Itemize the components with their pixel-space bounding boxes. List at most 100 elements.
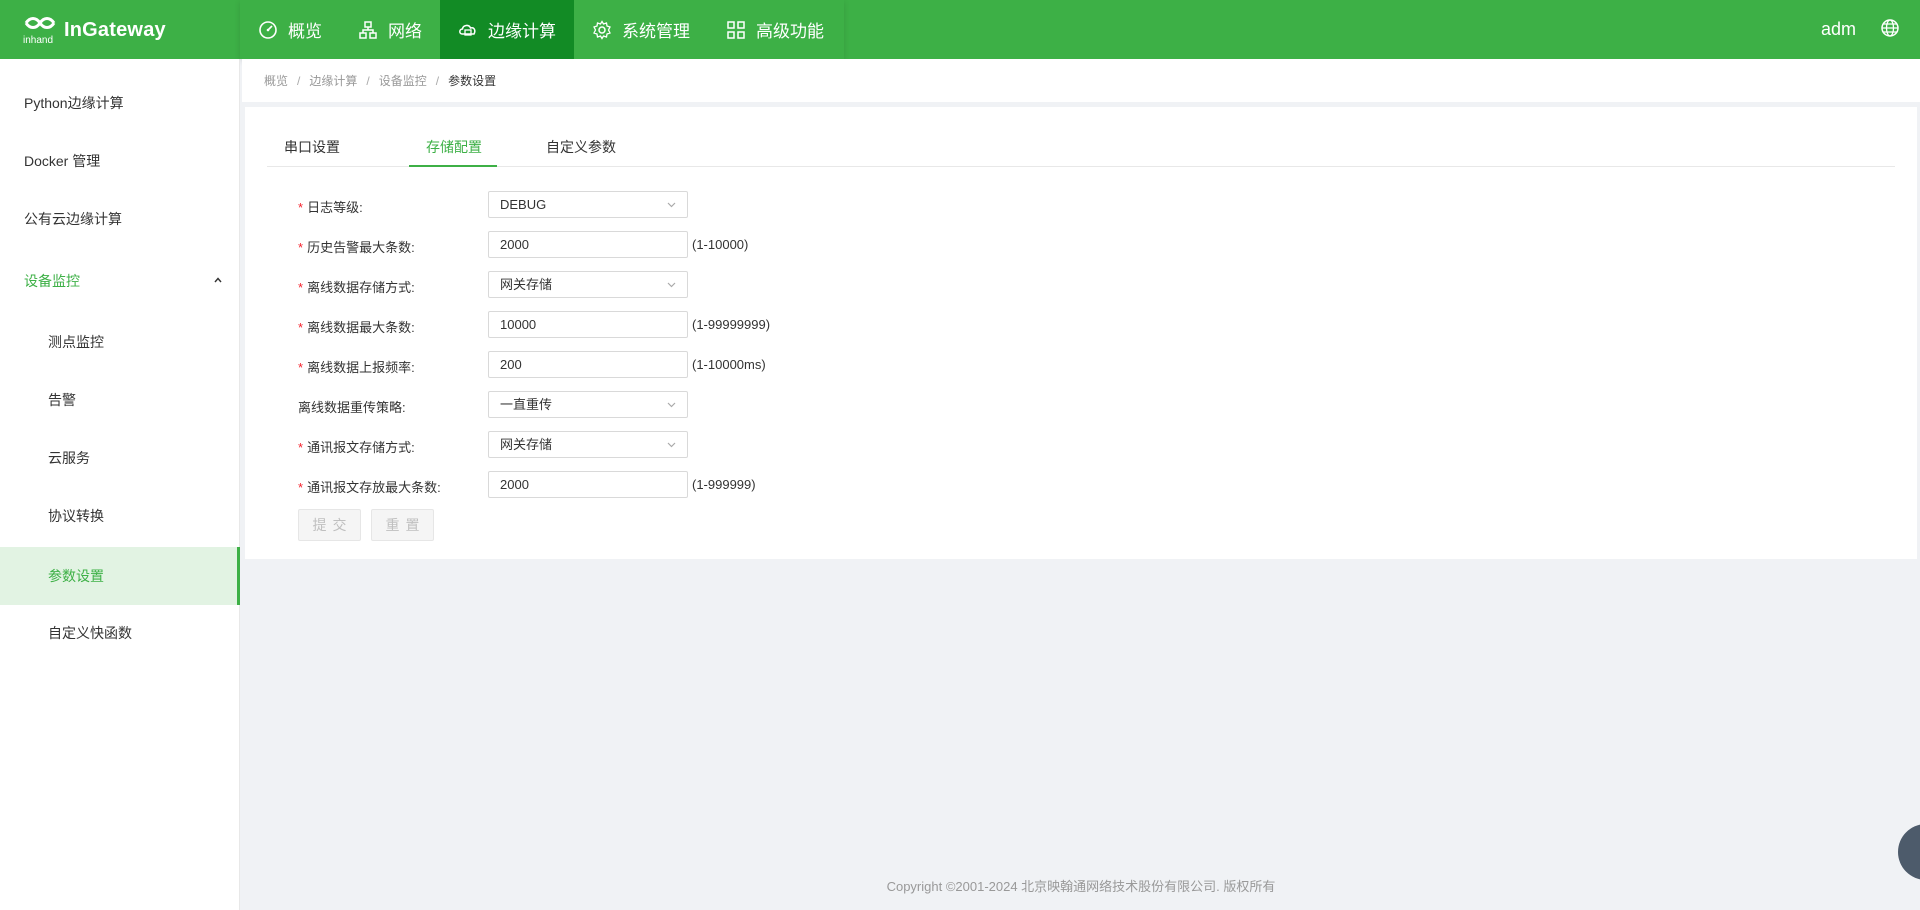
grid-icon xyxy=(727,20,745,39)
inhand-logo-icon: inhand xyxy=(23,17,56,45)
required-mark: * xyxy=(298,280,304,295)
field-label-text: 离线数据最大条数: xyxy=(307,320,415,335)
form-row-offline-report-rate: * 离线数据上报频率: 200 (1-10000ms) xyxy=(245,351,1245,379)
svg-text:inhand: inhand xyxy=(23,35,53,45)
sidebar-item-label: Docker 管理 xyxy=(24,153,101,169)
sidebar-item-public-cloud-edge[interactable]: 公有云边缘计算 xyxy=(0,190,240,248)
sidebar-item-label: 告警 xyxy=(48,392,76,408)
sidebar-item-label: 参数设置 xyxy=(48,568,104,584)
sidebar-item-python-edge[interactable]: Python边缘计算 xyxy=(0,74,240,132)
select-value: 网关存储 xyxy=(500,437,553,452)
range-hint: (1-99999999) xyxy=(692,317,771,332)
required-mark: * xyxy=(298,240,304,255)
form-row-message-max: * 通讯报文存放最大条数: 2000 (1-999999) xyxy=(245,471,1245,499)
floating-help-button[interactable] xyxy=(1898,824,1920,880)
tab-custom-parameters[interactable]: 自定义参数 xyxy=(546,137,616,157)
required-mark: * xyxy=(298,440,304,455)
reset-button[interactable]: 重置 xyxy=(371,509,434,541)
submit-button[interactable]: 提交 xyxy=(298,509,361,541)
user-menu[interactable]: adm xyxy=(1821,19,1856,40)
message-storage-mode-select[interactable]: 网关存储 xyxy=(488,431,688,458)
log-level-select[interactable]: DEBUG xyxy=(488,191,688,218)
nav-network[interactable]: 网络 xyxy=(340,0,440,59)
sidebar-item-label: Python边缘计算 xyxy=(24,95,124,111)
sidebar-item-parameter-settings[interactable]: 参数设置 xyxy=(0,547,240,605)
field-label-text: 通讯报文存放最大条数: xyxy=(307,480,441,495)
breadcrumb-item[interactable]: 概览 xyxy=(264,72,288,89)
range-hint: (1-10000ms) xyxy=(692,357,766,372)
main-nav: 概览 网络 边缘计算 系统管理 高级功能 xyxy=(240,0,842,59)
select-value: 网关存储 xyxy=(500,277,553,292)
offline-storage-mode-select[interactable]: 网关存储 xyxy=(488,271,688,298)
field-label: * 通讯报文存放最大条数: xyxy=(298,477,441,496)
breadcrumb: 概览 / 边缘计算 / 设备监控 / 参数设置 xyxy=(242,59,1920,102)
gear-icon xyxy=(593,19,611,40)
tab-bar: 串口设置 存储配置 自定义参数 xyxy=(267,107,1895,167)
required-mark: * xyxy=(298,200,304,215)
field-label-text: 日志等级: xyxy=(307,200,363,215)
chevron-down-icon xyxy=(667,402,676,408)
field-label-text: 通讯报文存储方式: xyxy=(307,440,415,455)
nav-edge-computing[interactable]: 边缘计算 xyxy=(440,0,574,59)
sidebar-item-cloud-service[interactable]: 云服务 xyxy=(0,429,240,487)
range-hint: (1-999999) xyxy=(692,477,756,492)
sidebar-item-alarm[interactable]: 告警 xyxy=(0,371,240,429)
settings-card: 串口设置 存储配置 自定义参数 * 日志等级: DEBUG * 历史告警最大条数: … xyxy=(245,107,1917,559)
tab-active-indicator xyxy=(409,165,497,167)
top-navbar: inhand InGateway 概览 网络 边缘计算 系统管理 高级功能 ad… xyxy=(0,0,1920,59)
field-label-text: 历史告警最大条数: xyxy=(307,240,415,255)
form-row-message-storage-mode: * 通讯报文存储方式: 网关存储 xyxy=(245,431,1245,459)
input-value: 10000 xyxy=(500,317,537,332)
sidebar-item-label: 协议转换 xyxy=(48,508,104,524)
globe-icon[interactable] xyxy=(1880,18,1900,38)
nav-label: 高级功能 xyxy=(756,22,824,41)
nav-system-management[interactable]: 系统管理 xyxy=(574,0,708,59)
sidebar: Python边缘计算 Docker 管理 公有云边缘计算 设备监控 测点监控 告… xyxy=(0,59,240,910)
field-label: * 离线数据上报频率: xyxy=(298,357,415,376)
field-label: * 通讯报文存储方式: xyxy=(298,437,415,456)
chevron-down-icon xyxy=(667,442,676,448)
tab-storage-config[interactable]: 存储配置 xyxy=(426,137,482,157)
brand-name: InGateway xyxy=(64,18,166,41)
offline-report-rate-input[interactable]: 200 xyxy=(488,351,688,378)
sidebar-item-docker[interactable]: Docker 管理 xyxy=(0,132,240,190)
nav-label: 概览 xyxy=(288,22,322,41)
history-alarm-max-input[interactable]: 2000 xyxy=(488,231,688,258)
breadcrumb-item[interactable]: 边缘计算 xyxy=(309,72,357,89)
brand-logo[interactable]: inhand InGateway xyxy=(22,14,166,46)
sidebar-item-label: 云服务 xyxy=(48,450,90,466)
nav-advanced[interactable]: 高级功能 xyxy=(708,0,842,59)
form-row-history-alarm-max: * 历史告警最大条数: 2000 (1-10000) xyxy=(245,231,1245,259)
breadcrumb-item[interactable]: 设备监控 xyxy=(379,72,427,89)
chevron-up-icon xyxy=(214,277,222,283)
offline-data-max-input[interactable]: 10000 xyxy=(488,311,688,338)
required-mark: * xyxy=(298,320,304,335)
footer-copyright: Copyright ©2001-2024 北京映翰通网络技术股份有限公司. 版权… xyxy=(886,879,1276,894)
required-mark: * xyxy=(298,360,304,375)
field-label: * 历史告警最大条数: xyxy=(298,237,415,256)
nav-overview[interactable]: 概览 xyxy=(240,0,340,59)
nav-label: 边缘计算 xyxy=(488,22,556,41)
breadcrumb-current: 参数设置 xyxy=(448,74,497,88)
select-value: DEBUG xyxy=(500,197,547,212)
dashboard-icon xyxy=(259,20,277,39)
edge-computing-icon xyxy=(459,24,476,36)
sidebar-item-label: 自定义快函数 xyxy=(48,625,132,641)
chevron-down-icon xyxy=(667,282,676,288)
sidebar-item-protocol-conversion[interactable]: 协议转换 xyxy=(0,487,240,545)
sidebar-item-point-monitoring[interactable]: 测点监控 xyxy=(0,313,240,371)
range-hint: (1-10000) xyxy=(692,237,749,252)
retransmit-strategy-select[interactable]: 一直重传 xyxy=(488,391,688,418)
required-mark: * xyxy=(298,480,304,495)
field-label-text: 离线数据存储方式: xyxy=(307,280,415,295)
field-label: * 离线数据存储方式: xyxy=(298,277,415,296)
message-max-input[interactable]: 2000 xyxy=(488,471,688,498)
form-row-retransmit-strategy: 离线数据重传策略: 一直重传 xyxy=(245,391,1245,419)
form-row-offline-data-max: * 离线数据最大条数: 10000 (1-99999999) xyxy=(245,311,1245,339)
input-value: 2000 xyxy=(500,477,529,492)
sidebar-item-custom-functions[interactable]: 自定义快函数 xyxy=(0,604,240,662)
chevron-down-icon xyxy=(667,202,676,208)
sidebar-group-device-monitoring[interactable]: 设备监控 xyxy=(0,252,240,310)
sidebar-item-label: 公有云边缘计算 xyxy=(24,211,122,227)
tab-serial-settings[interactable]: 串口设置 xyxy=(284,137,340,157)
